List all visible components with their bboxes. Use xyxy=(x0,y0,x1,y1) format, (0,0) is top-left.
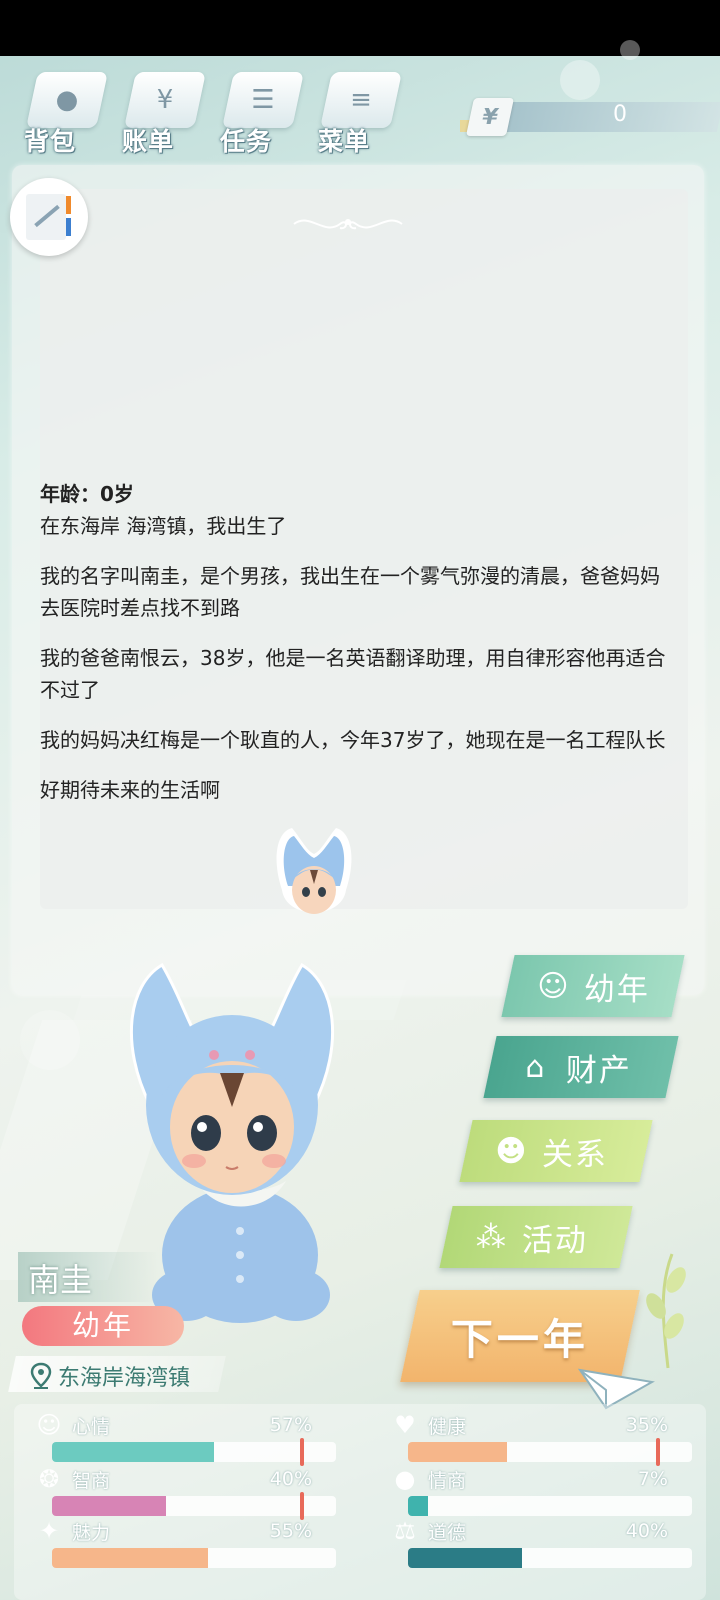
nav-bill-button[interactable]: ¥ 账单 xyxy=(112,64,208,160)
stat-bar xyxy=(52,1492,336,1520)
journal-button[interactable] xyxy=(10,178,88,256)
stat-bar-fill xyxy=(408,1442,508,1462)
sparkle-icon: ✦ xyxy=(38,1517,60,1545)
menu-icon: ≡ xyxy=(320,72,402,128)
tab-youth-label: 幼年 xyxy=(584,971,650,1008)
stat-percent: 40% xyxy=(625,1520,668,1542)
heart-icon: ♥ xyxy=(394,1411,416,1439)
baby-icon: ☺ xyxy=(537,968,569,1004)
stat-percent: 35% xyxy=(625,1414,668,1436)
nav-menu-label: 菜单 xyxy=(318,127,371,156)
stat-label: 情商 xyxy=(428,1470,467,1492)
stat-bar-marker xyxy=(300,1438,304,1466)
smile-icon: ☺ xyxy=(36,1411,62,1439)
nav-menu-button[interactable]: ≡ 菜单 xyxy=(308,64,404,160)
location-text: 东海岸海湾镇 xyxy=(58,1366,191,1391)
people-icon: ☻ xyxy=(495,1133,527,1169)
currency-value: 0 xyxy=(613,102,627,127)
stat-label: 心情 xyxy=(72,1416,111,1438)
tab-relations[interactable]: ☻ 关系 xyxy=(459,1120,653,1182)
leaves-decoration xyxy=(628,1250,688,1370)
stat-eq: ● 情商 7% xyxy=(384,1464,692,1516)
currency-display: ¥ 0 xyxy=(460,98,720,136)
tab-assets[interactable]: ⌂ 财产 xyxy=(483,1036,679,1098)
nav-bill-label: 账单 xyxy=(122,127,175,156)
stat-charm: ✦ 魅力 55% xyxy=(28,1516,336,1568)
journal-tab-blue xyxy=(66,218,71,236)
story-text: 年龄：0岁 在东海岸 海湾镇，我出生了 我的名字叫南圭，是个男孩，我出生在一个雾… xyxy=(40,478,670,824)
tab-activity-label: 活动 xyxy=(522,1222,588,1259)
task-icon: ☰ xyxy=(222,72,304,128)
avatar-sticker xyxy=(262,820,366,932)
stat-label: 健康 xyxy=(428,1416,467,1438)
story-line: 在东海岸 海湾镇，我出生了 xyxy=(40,514,287,538)
stat-bar-marker xyxy=(656,1438,660,1466)
scale-icon: ⚖ xyxy=(394,1517,416,1545)
ornament-flourish-icon xyxy=(290,210,406,238)
story-line: 我的名字叫南圭，是个男孩，我出生在一个雾气弥漫的清晨，爸爸妈妈去医院时差点找不到… xyxy=(40,564,660,620)
stat-bar xyxy=(408,1548,692,1568)
stat-bar-fill xyxy=(408,1548,522,1568)
stats-panel: ☺ 心情 57% ♥ 健康 35% ❂ 智商 40% ● 情商 7% ✦ 魅力 … xyxy=(14,1404,706,1600)
stat-bar xyxy=(408,1496,692,1516)
status-bar xyxy=(0,0,720,56)
stat-bar-fill xyxy=(52,1442,214,1462)
top-nav: ● 背包 ¥ 账单 ☰ 任务 ≡ 菜单 xyxy=(14,64,434,160)
backpack-icon: ● xyxy=(26,72,108,128)
stat-bar-fill xyxy=(408,1496,428,1516)
bokeh-decoration xyxy=(560,60,600,100)
stat-percent: 7% xyxy=(637,1468,668,1490)
tab-youth[interactable]: ☺ 幼年 xyxy=(501,955,685,1017)
location-pin-icon xyxy=(30,1362,52,1390)
story-line: 我的妈妈决红梅是一个耿直的人，今年37岁了，她现在是一名工程队长 xyxy=(40,728,666,752)
story-line: 我的爸爸南恨云，38岁，他是一名英语翻译助理，用自律形容他再适合不过了 xyxy=(40,646,666,702)
nav-backpack-button[interactable]: ● 背包 xyxy=(14,64,110,160)
stat-label: 智商 xyxy=(72,1470,111,1492)
stat-bar xyxy=(408,1438,692,1466)
brain-icon: ❂ xyxy=(38,1465,60,1493)
house-icon: ⌂ xyxy=(525,1049,545,1085)
age-heading: 年龄：0岁 xyxy=(40,482,134,506)
stat-health: ♥ 健康 35% xyxy=(384,1410,692,1466)
character-name: 南圭 xyxy=(28,1261,93,1299)
stat-bar-fill xyxy=(52,1496,166,1516)
next-year-label: 下一年 xyxy=(450,1314,589,1364)
stat-iq: ❂ 智商 40% xyxy=(28,1464,336,1520)
stat-bar xyxy=(52,1548,336,1568)
stat-percent: 55% xyxy=(269,1520,312,1542)
bokeh-decoration xyxy=(620,40,640,60)
stat-bar-fill xyxy=(52,1548,209,1568)
stat-label: 魅力 xyxy=(72,1522,111,1544)
tab-activity[interactable]: ⁂ 活动 xyxy=(439,1206,633,1268)
stat-bar xyxy=(52,1438,336,1466)
stat-percent: 40% xyxy=(269,1468,312,1490)
bill-icon: ¥ xyxy=(124,72,206,128)
nav-backpack-label: 背包 xyxy=(24,127,77,156)
activity-icon: ⁂ xyxy=(476,1219,506,1255)
stat-mood: ☺ 心情 57% xyxy=(28,1410,336,1466)
yen-icon: ¥ xyxy=(465,98,515,136)
tab-assets-label: 财产 xyxy=(566,1052,632,1089)
tab-relations-label: 关系 xyxy=(542,1136,608,1173)
stat-label: 道德 xyxy=(428,1522,467,1544)
journal-tab-orange xyxy=(66,196,71,214)
story-line: 好期待未来的生活啊 xyxy=(40,778,220,802)
stat-percent: 57% xyxy=(269,1414,312,1436)
nav-task-button[interactable]: ☰ 任务 xyxy=(210,64,306,160)
nav-task-label: 任务 xyxy=(220,127,273,156)
stage-badge: 幼年 xyxy=(22,1306,184,1346)
stat-morality: ⚖ 道德 40% xyxy=(384,1516,692,1568)
apple-icon: ● xyxy=(394,1465,416,1493)
